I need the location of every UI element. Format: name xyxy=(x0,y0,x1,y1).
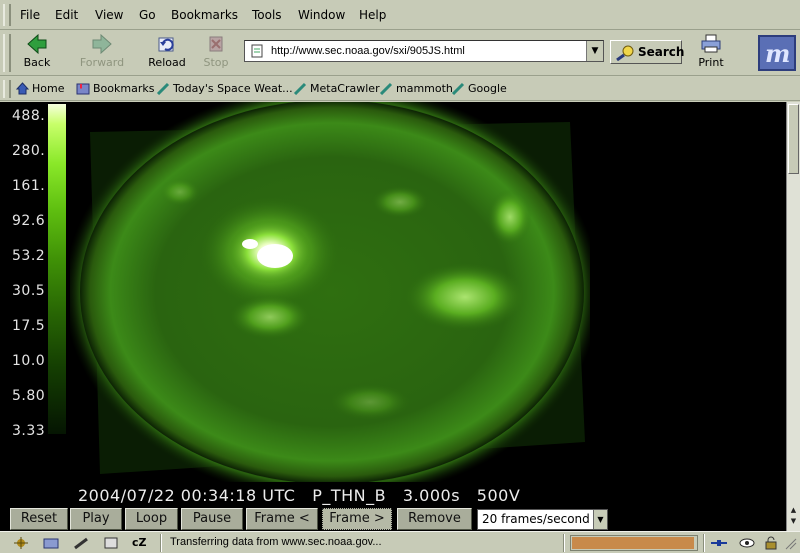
print-label: Print xyxy=(698,56,724,69)
previous-frame-button[interactable]: Frame < xyxy=(246,508,318,530)
bookmark-mammoth-label: mammoth xyxy=(396,82,453,95)
chatzilla-icon[interactable]: cZ xyxy=(132,536,154,550)
forward-label: Forward xyxy=(79,56,125,69)
search-icon xyxy=(616,45,634,61)
bookmark-google-label: Google xyxy=(468,82,507,95)
mail-icon[interactable] xyxy=(42,536,60,550)
stop-button[interactable]: Stop xyxy=(193,32,239,74)
scrollbar-thumb[interactable] xyxy=(788,104,799,174)
status-text: Transferring data from www.sec.noaa.gov.… xyxy=(170,536,382,548)
menubar-grip[interactable] xyxy=(3,4,11,26)
reload-icon xyxy=(158,37,174,52)
reload-button[interactable]: Reload xyxy=(144,32,190,74)
url-history-dropdown-icon[interactable]: ▼ xyxy=(586,41,603,61)
menu-window[interactable]: Window xyxy=(298,8,345,22)
forward-button[interactable]: Forward xyxy=(78,32,126,74)
page-content: 488. 280. 161. 92.6 53.2 30.5 17.5 10.0 … xyxy=(0,102,786,531)
next-frame-button[interactable]: Frame > xyxy=(322,508,392,530)
scroll-down-icon[interactable]: ▼ xyxy=(788,517,799,527)
online-status-icon[interactable] xyxy=(710,536,728,550)
bookmark-bookmarks-label: Bookmarks xyxy=(93,82,155,95)
colorbar-label: 488. xyxy=(12,108,46,124)
loop-button[interactable]: Loop xyxy=(125,508,178,530)
bookmark-bookmarks[interactable]: Bookmarks xyxy=(76,82,154,95)
remove-button[interactable]: Remove xyxy=(397,508,472,530)
forward-arrow-icon xyxy=(92,34,112,54)
status-bar: cZ Transferring data from www.sec.noaa.g… xyxy=(0,531,800,553)
navigator-icon[interactable] xyxy=(12,536,30,550)
url-text[interactable]: http://www.sec.noaa.gov/sxi/905JS.html xyxy=(271,45,465,57)
colorbar-label: 161. xyxy=(12,178,46,194)
bookmark-space-weather[interactable]: Today's Space Weat... xyxy=(156,82,293,96)
frame-rate-value: 20 frames/second xyxy=(482,512,590,526)
stop-label: Stop xyxy=(203,56,229,69)
pause-button[interactable]: Pause xyxy=(181,508,243,530)
page-proxy-icon[interactable] xyxy=(250,44,264,58)
bookmark-space-weather-label: Today's Space Weat... xyxy=(173,82,293,95)
url-bar[interactable]: http://www.sec.noaa.gov/sxi/905JS.html ▼ xyxy=(244,40,604,62)
bookmark-mammoth[interactable]: mammoth xyxy=(379,82,453,96)
back-button[interactable]: Back xyxy=(14,32,60,74)
bookmark-metacrawler-label: MetaCrawler xyxy=(310,82,380,95)
progress-fill xyxy=(572,537,694,549)
status-separator xyxy=(703,534,705,552)
status-separator xyxy=(563,534,565,552)
colorbar-label: 53.2 xyxy=(12,248,46,264)
personalbar-grip[interactable] xyxy=(3,80,11,98)
image-caption: 2004/07/22 00:34:18 UTC P_THN_B 3.000s 5… xyxy=(78,486,521,505)
privacy-eye-icon[interactable] xyxy=(738,536,756,550)
resize-grip-icon[interactable] xyxy=(782,536,800,550)
chevron-down-icon[interactable]: ▼ xyxy=(593,510,607,529)
bookmark-link-icon xyxy=(379,82,393,96)
play-button[interactable]: Play xyxy=(70,508,122,530)
progress-meter xyxy=(570,535,698,551)
bookmark-google[interactable]: Google xyxy=(451,82,507,96)
reload-label: Reload xyxy=(148,56,186,69)
search-label: Search xyxy=(638,45,685,59)
bookmark-link-icon xyxy=(293,82,307,96)
search-button[interactable]: Search xyxy=(610,40,685,64)
reset-button[interactable]: Reset xyxy=(10,508,68,530)
navbar-grip[interactable] xyxy=(3,34,11,72)
menu-bookmarks[interactable]: Bookmarks xyxy=(171,8,238,22)
colorbar-label: 280. xyxy=(12,143,46,159)
vertical-scrollbar[interactable]: ▲ ▼ xyxy=(786,102,800,531)
bookmarks-icon xyxy=(76,83,90,95)
menu-tools[interactable]: Tools xyxy=(252,8,282,22)
bookmark-metacrawler[interactable]: MetaCrawler xyxy=(293,82,380,96)
solar-xray-image xyxy=(70,102,590,482)
colorbar-label: 92.6 xyxy=(12,213,46,229)
menu-file[interactable]: File xyxy=(20,8,40,22)
bookmark-home-label: Home xyxy=(32,82,65,95)
colorbar-label: 5.80 xyxy=(12,388,46,404)
print-button[interactable]: Print xyxy=(688,32,734,74)
home-icon xyxy=(15,82,30,95)
bookmark-link-icon xyxy=(156,82,170,96)
bookmark-home[interactable]: Home xyxy=(15,82,65,95)
menu-go[interactable]: Go xyxy=(139,8,156,22)
back-label: Back xyxy=(23,56,51,69)
colorbar-label: 17.5 xyxy=(12,318,46,334)
colorbar-label: 30.5 xyxy=(12,283,46,299)
colorbar-label: 10.0 xyxy=(12,353,46,369)
bookmark-link-icon xyxy=(451,82,465,96)
intensity-colorbar xyxy=(48,104,66,434)
menu-edit[interactable]: Edit xyxy=(55,8,78,22)
composer-icon[interactable] xyxy=(72,536,90,550)
frame-rate-select[interactable]: 20 frames/second ▼ xyxy=(477,509,608,530)
browser-logo-icon[interactable]: m xyxy=(758,35,796,71)
security-lock-icon[interactable] xyxy=(762,536,780,550)
status-separator xyxy=(160,534,162,552)
stop-icon xyxy=(209,36,223,52)
printer-icon xyxy=(701,34,721,53)
menu-help[interactable]: Help xyxy=(359,8,386,22)
colorbar-label: 3.33 xyxy=(12,423,46,439)
menu-view[interactable]: View xyxy=(95,8,123,22)
scroll-up-icon[interactable]: ▲ xyxy=(788,506,799,516)
personal-toolbar: Home Bookmarks Today's Space Weat... Met… xyxy=(0,77,800,101)
address-book-icon[interactable] xyxy=(102,536,120,550)
back-arrow-icon xyxy=(27,34,47,54)
menu-bar: File Edit View Go Bookmarks Tools Window… xyxy=(0,0,800,30)
